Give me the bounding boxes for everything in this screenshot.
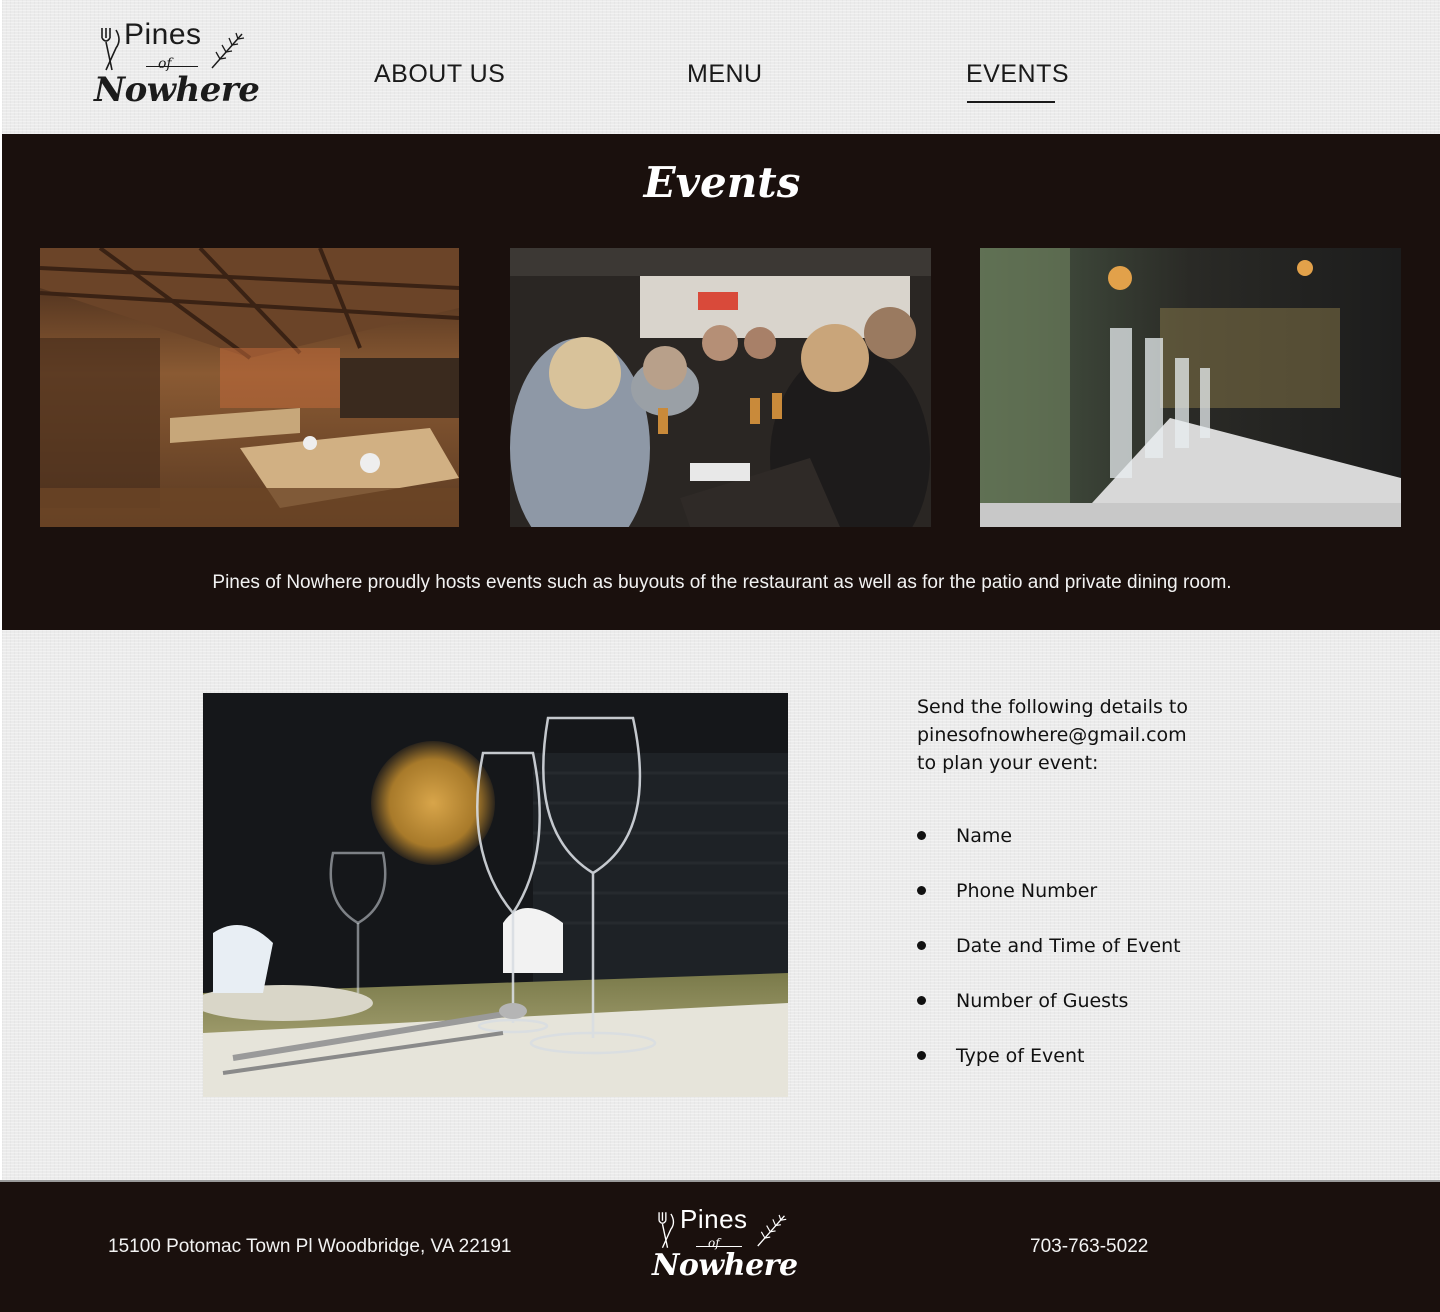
list-item-label: Name bbox=[956, 825, 1013, 847]
nav-events[interactable]: EVENTS bbox=[966, 60, 1069, 89]
bullet-icon bbox=[917, 941, 926, 950]
list-item: Number of Guests bbox=[917, 988, 1297, 1043]
event-planning-section: Send the following details to pinesofnow… bbox=[0, 630, 1440, 1180]
event-details-panel: Send the following details to pinesofnow… bbox=[917, 693, 1297, 1098]
restaurant-interior-photo bbox=[40, 248, 459, 527]
pine-sprig-icon bbox=[757, 1214, 787, 1247]
bullet-icon bbox=[917, 886, 926, 895]
list-item-label: Type of Event bbox=[956, 1045, 1085, 1067]
utensils-icon bbox=[101, 28, 120, 71]
logo-divider bbox=[146, 66, 198, 67]
list-item: Name bbox=[917, 823, 1297, 878]
logo-nowhere-text: Nowhere bbox=[94, 70, 260, 110]
event-instructions: Send the following details to pinesofnow… bbox=[917, 693, 1297, 777]
events-description: Pines of Nowhere proudly hosts events su… bbox=[212, 572, 1232, 593]
patio-dinner-guests-photo bbox=[510, 248, 931, 527]
utensils-icon bbox=[658, 1212, 675, 1249]
nav-active-underline bbox=[967, 101, 1055, 103]
logo-nowhere-text: Nowhere bbox=[652, 1248, 798, 1283]
site-footer: 15100 Potomac Town Pl Woodbridge, VA 221… bbox=[0, 1180, 1440, 1312]
list-item-label: Number of Guests bbox=[956, 990, 1129, 1012]
header-logo[interactable]: Pines of Nowhere bbox=[94, 18, 260, 118]
pine-sprig-icon bbox=[211, 32, 245, 69]
footer-address: 15100 Potomac Town Pl Woodbridge, VA 221… bbox=[108, 1236, 512, 1257]
wine-glasses-photo bbox=[203, 693, 788, 1097]
list-item-label: Date and Time of Event bbox=[956, 935, 1181, 957]
instructions-line: Send the following details to bbox=[917, 696, 1188, 718]
footer-phone[interactable]: 703-763-5022 bbox=[1030, 1236, 1148, 1258]
logo-pines-text: Pines bbox=[124, 18, 202, 51]
site-header: Pines of Nowhere ABOUT US MENU EVENTS bbox=[0, 0, 1440, 134]
events-title: Events bbox=[643, 158, 801, 207]
bullet-icon bbox=[917, 1051, 926, 1060]
instructions-line: to plan your event: bbox=[917, 752, 1099, 774]
list-item: Date and Time of Event bbox=[917, 933, 1297, 988]
nav-menu[interactable]: MENU bbox=[687, 60, 763, 89]
table-setting-blurred-photo bbox=[980, 248, 1401, 527]
list-item: Type of Event bbox=[917, 1043, 1297, 1098]
events-section: Events Pines of Nowhere proudly hosts ev… bbox=[0, 134, 1440, 630]
bullet-icon bbox=[917, 831, 926, 840]
footer-logo[interactable]: Pines of Nowhere bbox=[652, 1204, 798, 1294]
list-item-label: Phone Number bbox=[956, 880, 1098, 902]
logo-pines-text: Pines bbox=[680, 1204, 748, 1234]
bullet-icon bbox=[917, 996, 926, 1005]
required-details-list: Name Phone Number Date and Time of Event… bbox=[917, 823, 1297, 1098]
contact-email[interactable]: pinesofnowhere@gmail.com bbox=[917, 721, 1297, 749]
nav-about-us[interactable]: ABOUT US bbox=[374, 60, 505, 89]
list-item: Phone Number bbox=[917, 878, 1297, 933]
